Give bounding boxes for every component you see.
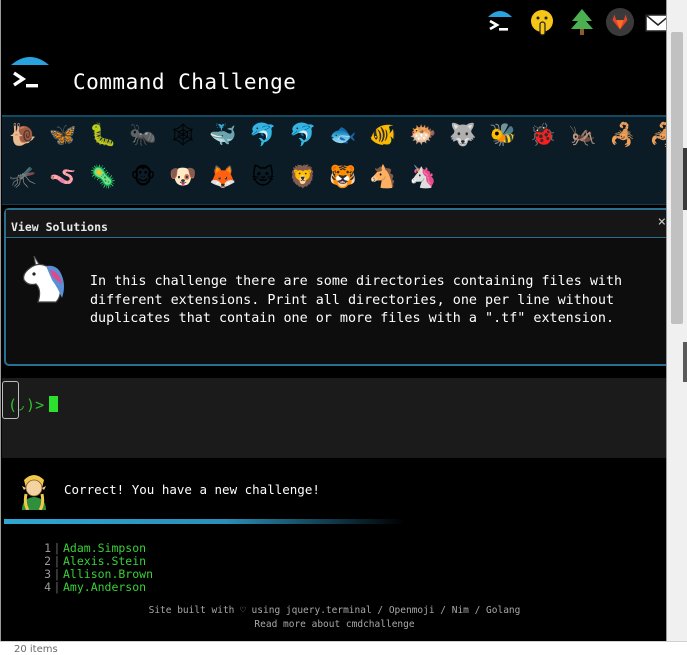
challenge-animal-icon[interactable]: 🐱 [248, 163, 278, 193]
close-icon[interactable]: × [658, 214, 666, 230]
footer-read-more-link[interactable]: Read more about cmdchallenge [1, 619, 666, 630]
scrollbar-thumb[interactable] [671, 32, 683, 324]
challenge-animal-icon[interactable]: 🦄 [408, 163, 438, 193]
challenge-animal-icon[interactable]: 🪱 [48, 163, 78, 193]
challenge-animal-icon[interactable]: 🦁 [288, 163, 318, 193]
brand-icon[interactable] [485, 7, 515, 37]
challenge-animal-icon[interactable]: 🐶 [168, 163, 198, 193]
brand-logo [9, 55, 51, 97]
divider-glow [4, 519, 404, 524]
footer-credits: Site built with ♡ using jquery.terminal … [148, 605, 521, 616]
challenge-icons-bar: 🐌 🦋 🐛 🐜 🕸 🐳 🐬 🐬 🐟 🐠 🐡 🐺 🐝 🐞 🦗 🦂 🦂 🦟 🪱 🦠 🐵 🐶 🦊 🐱 🦁 🐯 🐴 🦄 [2, 115, 666, 205]
item-count: 20 items [14, 644, 58, 655]
challenge-description: In this challenge there are some directo… [90, 274, 623, 326]
challenge-animal-icon[interactable]: 🐞 [528, 121, 558, 151]
result-message: Correct! You have a new challenge! [64, 482, 320, 497]
challenge-animal-icon[interactable]: 🐬 [248, 121, 278, 151]
challenge-animal-icon[interactable]: 🐟 [328, 121, 358, 151]
browser-viewport: Command Challenge 🐌 🦋 🐛 🐜 🕸 🐳 🐬 🐬 🐟 🐠 🐡 🐺 🐝 🐞 🦗 🦂 🦂 🦟 🪱 🦠 🐵 🐶… [0, 0, 667, 641]
challenge-animal-icon[interactable]: 🐺 [448, 121, 478, 151]
terminal-input[interactable]: (◞)> [2, 378, 666, 458]
shushing-face-icon[interactable] [527, 7, 557, 37]
challenge-animal-icon[interactable]: 🐳 [208, 121, 238, 151]
background-window-edge [683, 342, 687, 382]
line-number: 4 [44, 580, 51, 594]
mail-icon[interactable] [643, 7, 666, 37]
panel-header: View Solutions × [6, 210, 666, 238]
challenge-animal-icon[interactable]: 🐵 [128, 163, 158, 193]
command-output: 1 | Adam.Simpson 2 | Alexis.Stein 3 | Allison.Br… [41, 542, 153, 594]
challenge-animal-icon[interactable]: 🐠 [368, 121, 398, 151]
challenge-animal-icon[interactable]: 🐯 [328, 163, 358, 193]
line-separator: | [53, 580, 61, 594]
challenge-animal-icon[interactable]: 🦟 [8, 163, 38, 193]
status-bar: 20 items [0, 641, 687, 655]
background-window-edge [683, 148, 687, 210]
tree-icon[interactable] [567, 7, 597, 37]
challenge-animal-icon[interactable]: 🦂 [608, 121, 638, 151]
challenge-animal-icon[interactable]: 🐡 [408, 121, 438, 151]
challenge-animal-icon[interactable]: 🕸 [168, 121, 198, 151]
page-scrollbar[interactable] [667, 0, 687, 641]
challenge-animal-icon[interactable]: 🦂 [648, 121, 666, 151]
view-solutions-link[interactable]: View Solutions [11, 220, 108, 234]
page-title: Command Challenge [73, 70, 297, 94]
challenge-animal-icon[interactable]: 🐛 [88, 121, 118, 151]
elf-avatar-icon [16, 470, 52, 511]
terminal-cursor [49, 396, 58, 412]
challenge-animal-icon[interactable]: 🐬 [288, 121, 318, 151]
challenge-animal-icon[interactable]: 🦋 [48, 121, 78, 151]
challenge-animal-icon[interactable]: 🐌 [8, 121, 38, 151]
result-row: Correct! You have a new challenge! [2, 458, 666, 528]
challenge-panel: View Solutions × In this challenge there… [4, 208, 666, 366]
challenge-animal-icon[interactable]: 🐝 [488, 121, 518, 151]
challenge-animal-icon[interactable]: 🐜 [128, 121, 158, 151]
output-line: 4 | Amy.Anderson [41, 581, 153, 594]
terminal-prompt: (◞)> [8, 396, 45, 414]
unicorn-icon [16, 250, 72, 306]
challenge-animal-icon[interactable]: 🦗 [568, 121, 598, 151]
challenge-animal-icon[interactable]: 🐴 [368, 163, 398, 193]
challenge-animal-icon[interactable]: 🦠 [88, 163, 118, 193]
challenge-animal-icon[interactable]: 🦊 [208, 163, 238, 193]
gitlab-icon[interactable] [605, 7, 635, 37]
output-value: Amy.Anderson [63, 580, 147, 594]
